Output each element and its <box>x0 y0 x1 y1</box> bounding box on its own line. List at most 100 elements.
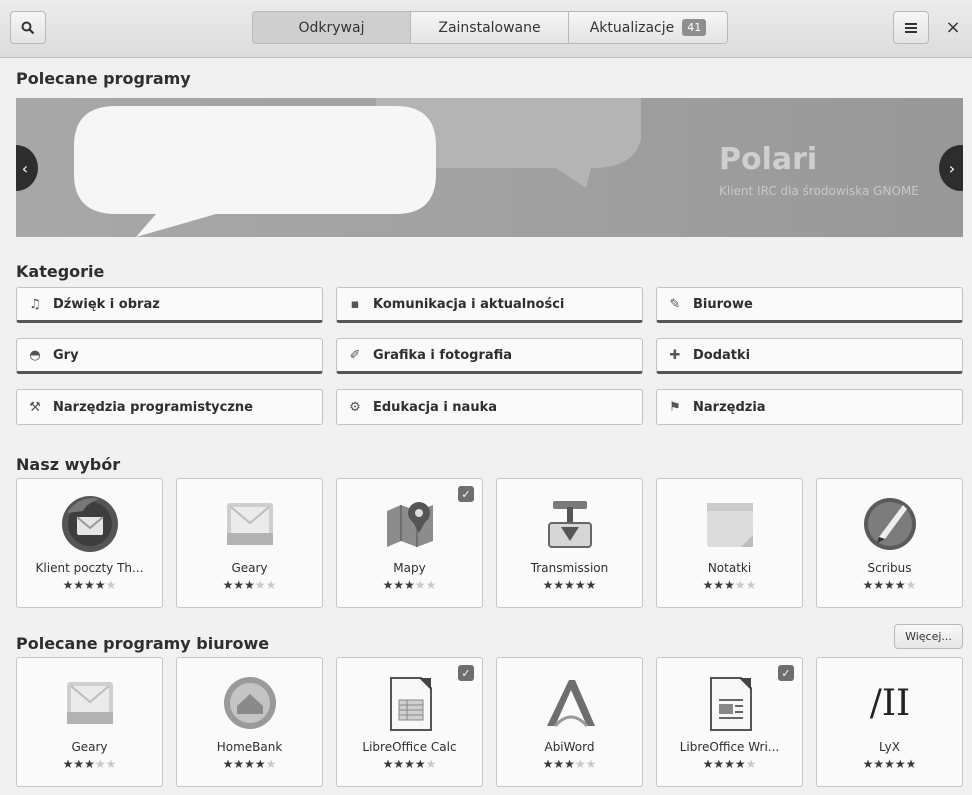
chat-icon: ▪ <box>350 296 360 312</box>
header-bar: Odkrywaj Zainstalowane Aktualizacje 41 × <box>0 0 972 58</box>
utilities-icon: ⚑ <box>669 399 681 415</box>
rating-stars: ★★★★★ <box>702 578 757 592</box>
category-label: Narzędzia <box>693 399 766 415</box>
app-name: HomeBank <box>216 740 283 754</box>
rating-stars: ★★★★★ <box>62 578 117 592</box>
homebank-icon <box>219 672 281 734</box>
brush-icon: ✐ <box>349 347 361 363</box>
rating-stars: ★★★★★ <box>702 757 757 771</box>
featured-app-description: Klient IRC dla środowiska GNOME <box>719 184 919 198</box>
app-name: Mapy <box>393 561 426 575</box>
scribus-icon <box>859 493 921 555</box>
app-name: Geary <box>71 740 108 754</box>
installed-check-icon: ✓ <box>778 665 794 681</box>
tab-label: Aktualizacje <box>589 19 675 36</box>
rating-stars: ★★★★★ <box>862 757 917 771</box>
maps-icon <box>379 493 441 555</box>
app-name: LyX <box>879 740 900 754</box>
app-name: Geary <box>231 561 268 575</box>
lyx-icon: /II <box>859 672 921 734</box>
app-tile-homebank[interactable]: HomeBank ★★★★★ <box>176 657 323 787</box>
category-label: Komunikacja i aktualności <box>373 296 565 312</box>
lyx-logo-text: /II <box>869 682 911 724</box>
app-tile-geary[interactable]: Geary ★★★★★ <box>16 657 163 787</box>
chevron-left-icon: ‹ <box>21 158 29 178</box>
app-tile-libreoffice-writer[interactable]: ✓ LibreOffice Wri... ★★★★★ <box>656 657 803 787</box>
category-education[interactable]: ⚙ Edukacja i nauka <box>336 389 643 425</box>
thunderbird-icon <box>59 493 121 555</box>
close-icon: × <box>945 17 961 38</box>
libreoffice-writer-icon <box>699 672 761 734</box>
picks-title: Nasz wybór <box>16 455 121 474</box>
close-button[interactable]: × <box>938 11 968 44</box>
app-name: Scribus <box>867 561 912 575</box>
gamepad-icon: ◓ <box>29 347 41 363</box>
featured-title: Polecane programy <box>16 69 191 88</box>
category-label: Edukacja i nauka <box>373 399 498 415</box>
category-label: Gry <box>53 347 79 363</box>
app-name: LibreOffice Wri... <box>679 740 780 754</box>
featured-banner[interactable]: Polari Klient IRC dla środowiska GNOME ‹… <box>16 98 963 237</box>
puzzle-icon: ✚ <box>669 347 681 363</box>
app-tile-thunderbird[interactable]: Klient poczty Th... ★★★★★ <box>16 478 163 608</box>
rating-stars: ★★★★★ <box>222 757 277 771</box>
category-label: Grafika i fotografia <box>373 347 513 363</box>
installed-check-icon: ✓ <box>458 665 474 681</box>
app-name: LibreOffice Calc <box>362 740 457 754</box>
app-tile-transmission[interactable]: Transmission ★★★★★ <box>496 478 643 608</box>
geary-icon <box>59 672 121 734</box>
updates-count-badge: 41 <box>682 19 707 36</box>
office-title: Polecane programy biurowe <box>16 634 270 653</box>
category-label: Dodatki <box>693 347 751 363</box>
app-name: Notatki <box>707 561 752 575</box>
categories-title: Kategorie <box>16 262 105 281</box>
app-tile-geary[interactable]: Geary ★★★★★ <box>176 478 323 608</box>
polari-banner-art <box>74 98 641 237</box>
transmission-icon <box>539 493 601 555</box>
category-communication[interactable]: ▪ Komunikacja i aktualności <box>336 287 643 323</box>
app-name: AbiWord <box>544 740 595 754</box>
app-tile-libreoffice-calc[interactable]: ✓ LibreOffice Calc ★★★★★ <box>336 657 483 787</box>
notes-icon <box>699 493 761 555</box>
app-tile-abiword[interactable]: AbiWord ★★★★★ <box>496 657 643 787</box>
app-tile-maps[interactable]: ✓ Mapy ★★★★★ <box>336 478 483 608</box>
category-label: Narzędzia programistyczne <box>53 399 253 415</box>
more-button[interactable]: Więcej... <box>894 624 963 649</box>
rating-stars: ★★★★★ <box>862 578 917 592</box>
geary-icon <box>219 493 281 555</box>
tab-label: Zainstalowane <box>438 19 541 36</box>
edit-icon: ✎ <box>669 296 681 312</box>
abiword-icon <box>539 672 601 734</box>
app-name: Transmission <box>530 561 609 575</box>
chevron-right-icon: › <box>948 158 956 178</box>
libreoffice-calc-icon <box>379 672 441 734</box>
rating-stars: ★★★★★ <box>542 757 597 771</box>
app-tile-notes[interactable]: Notatki ★★★★★ <box>656 478 803 608</box>
category-addons[interactable]: ✚ Dodatki <box>656 338 963 374</box>
tab-discover[interactable]: Odkrywaj <box>253 12 411 43</box>
search-button[interactable] <box>10 11 46 44</box>
installed-check-icon: ✓ <box>458 486 474 502</box>
tab-updates[interactable]: Aktualizacje 41 <box>569 12 727 43</box>
category-audio-video[interactable]: ♫ Dźwięk i obraz <box>16 287 323 323</box>
featured-app-name: Polari <box>719 142 818 177</box>
rating-stars: ★★★★★ <box>382 578 437 592</box>
category-utilities[interactable]: ⚑ Narzędzia <box>656 389 963 425</box>
science-icon: ⚙ <box>349 399 361 415</box>
category-games[interactable]: ◓ Gry <box>16 338 323 374</box>
view-switcher: Odkrywaj Zainstalowane Aktualizacje 41 <box>252 11 728 44</box>
app-tile-scribus[interactable]: Scribus ★★★★★ <box>816 478 963 608</box>
tab-label: Odkrywaj <box>298 19 365 36</box>
rating-stars: ★★★★★ <box>62 757 117 771</box>
search-icon <box>21 21 35 34</box>
tab-installed[interactable]: Zainstalowane <box>411 12 569 43</box>
app-name: Klient poczty Th... <box>35 561 144 575</box>
hamburger-icon <box>905 22 917 33</box>
app-tile-lyx[interactable]: /II LyX ★★★★★ <box>816 657 963 787</box>
category-developer-tools[interactable]: ⚒ Narzędzia programistyczne <box>16 389 323 425</box>
menu-button[interactable] <box>893 11 929 44</box>
category-graphics[interactable]: ✐ Grafika i fotografia <box>336 338 643 374</box>
category-office[interactable]: ✎ Biurowe <box>656 287 963 323</box>
rating-stars: ★★★★★ <box>542 578 597 592</box>
rating-stars: ★★★★★ <box>222 578 277 592</box>
